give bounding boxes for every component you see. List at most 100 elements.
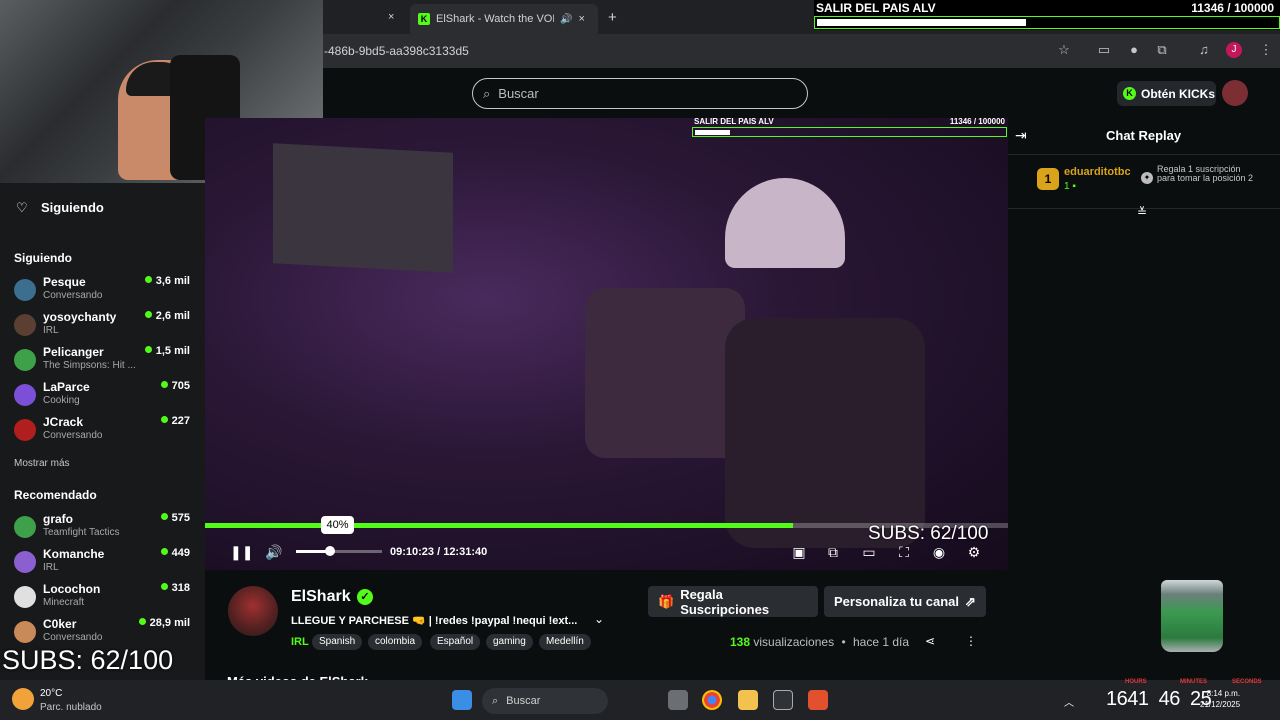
channel-avatar[interactable] [228, 586, 278, 636]
tab-active[interactable]: K ElShark - Watch the VOD on 🔊 × [410, 4, 598, 34]
puzzle-icon[interactable]: ⧉ [1154, 42, 1170, 58]
timer-label-hours: HOURS [1125, 679, 1147, 685]
extension-blue-icon[interactable]: ● [1126, 42, 1142, 58]
verified-icon: ✓ [357, 589, 373, 605]
tag-chip[interactable]: gaming [486, 634, 533, 650]
live-dot-icon [160, 416, 168, 423]
recommended-section-title: Recomendado [14, 488, 97, 502]
channel-category: Conversando [43, 430, 103, 441]
viewer-count: 1,5 mil [144, 345, 190, 357]
app-icon[interactable] [773, 690, 793, 710]
file-explorer-icon[interactable] [738, 690, 758, 710]
user-avatar[interactable] [1222, 80, 1248, 106]
kick-favicon-icon: K [418, 13, 430, 25]
media-icon[interactable]: ♫ [1196, 42, 1212, 58]
subs-overlay-bottom: SUBS: 62/100 [2, 645, 174, 675]
new-tab-button[interactable]: + [608, 6, 617, 28]
tag-chip[interactable]: Spanish [312, 634, 363, 650]
tab-close-icon[interactable]: × [388, 6, 394, 28]
channel-avatar [14, 314, 36, 336]
channel-name: Komanche [43, 547, 105, 561]
expand-chevron-icon[interactable]: ≚ [1137, 205, 1147, 219]
close-icon[interactable]: × [388, 11, 394, 23]
sidebar-channel[interactable]: Komanche IRL 449 [14, 547, 194, 579]
sidebar-channel[interactable]: yosoychanty IRL 2,6 mil [14, 310, 194, 342]
show-more-link[interactable]: Mostrar más [14, 458, 70, 469]
taskbar-search-label: Buscar [506, 695, 541, 707]
close-icon[interactable]: × [578, 13, 584, 25]
tag-chip[interactable]: Español [430, 634, 481, 650]
sidebar-channel[interactable]: Pesque Conversando 3,6 mil [14, 275, 194, 307]
tab-title: ElShark - Watch the VOD on [436, 13, 554, 25]
theater-icon[interactable]: ▭ [860, 543, 878, 561]
bookmark-star-icon[interactable]: ☆ [1056, 42, 1072, 58]
system-clock[interactable]: 8:14 p.m. 21/12/2025 [1200, 688, 1240, 710]
following-section-title: Siguiendo [14, 251, 72, 265]
chevron-up-icon[interactable]: ︿ [1064, 694, 1074, 709]
category-link[interactable]: IRL [291, 636, 309, 648]
following-header[interactable]: Siguiendo [41, 200, 104, 215]
brave-icon[interactable] [808, 690, 828, 710]
tag-chip[interactable]: colombia [368, 634, 423, 650]
channel-category: Cooking [43, 395, 80, 406]
volume-icon[interactable]: 🔊 [265, 543, 283, 561]
share-icon[interactable]: ⋖ [925, 634, 935, 648]
weather-desc[interactable]: Parc. nublado [40, 702, 102, 713]
windows-start-icon[interactable] [452, 690, 472, 710]
clock-date: 21/12/2025 [1200, 700, 1241, 709]
timer-label-minutes: MINUTES [1180, 679, 1207, 685]
live-dot-icon [160, 381, 168, 388]
get-kicks-button[interactable]: K Obtén KICKs [1117, 81, 1216, 106]
collapse-chat-icon[interactable]: ⇥ [1015, 127, 1027, 144]
settings-gear-icon[interactable]: ⚙ [965, 543, 983, 561]
chat-divider [1008, 154, 1280, 155]
weather-icon[interactable] [12, 688, 34, 710]
task-view-icon[interactable] [668, 690, 688, 710]
viewer-count: 28,9 mil [138, 617, 190, 629]
sidebar-channel[interactable]: LaParce Cooking 705 [14, 380, 194, 412]
channel-name: Pesque [43, 275, 86, 289]
channel-name[interactable]: ElShark [291, 588, 351, 606]
viewer-count: 227 [160, 415, 190, 427]
channel-avatar [14, 586, 36, 608]
playback-speed-icon[interactable]: ◉ [930, 543, 948, 561]
sidebar-channel[interactable]: Pelicanger The Simpsons: Hit ... 1,5 mil [14, 345, 194, 377]
video-goal-title: SALIR DEL PAIS ALV [694, 117, 774, 126]
plus-icon[interactable]: + [608, 9, 617, 26]
clip-icon[interactable]: ⧉ [824, 543, 842, 561]
tag-chip[interactable]: Medellín [539, 634, 591, 650]
live-dot-icon [160, 548, 168, 555]
profile-avatar[interactable]: J [1226, 42, 1242, 58]
volume-slider[interactable] [296, 550, 382, 553]
search-input[interactable]: ⌕ Buscar [472, 78, 808, 109]
kicks-label: Obtén KICKs [1141, 86, 1216, 101]
volume-tooltip: 40% [321, 516, 354, 534]
url-text[interactable]: -486b-9bd5-aa398c3133d5 [324, 44, 469, 58]
sidebar-channel[interactable]: grafo Teamfight Tactics 575 [14, 512, 194, 544]
weather-temp[interactable]: 20°C [40, 688, 62, 699]
sidebar-channel[interactable]: JCrack Conversando 227 [14, 415, 194, 447]
taskbar-search[interactable]: ⌕ Buscar [482, 688, 608, 714]
channel-avatar [14, 551, 36, 573]
channel-name: yosoychanty [43, 310, 117, 324]
gift-cta-text: Regala 1 suscripción para tomar la posic… [1157, 164, 1254, 183]
external-link-icon: ⇗ [965, 593, 976, 609]
reader-icon[interactable]: ▭ [1096, 42, 1112, 58]
viewer-value: 3,6 mil [155, 275, 190, 287]
menu-kebab-icon[interactable]: ⋮ [1258, 42, 1274, 58]
pause-icon[interactable]: ❚❚ [230, 543, 253, 561]
chrome-icon[interactable] [702, 690, 722, 710]
more-options-icon[interactable]: ⋮ [965, 634, 977, 648]
miniplayer-icon[interactable]: ▣ [790, 543, 808, 561]
channel-name: Pelicanger [43, 345, 104, 359]
gifter-name[interactable]: eduarditotbc [1064, 166, 1131, 178]
chevron-down-icon[interactable]: ⌄ [594, 612, 604, 626]
fullscreen-icon[interactable]: ⛶ [895, 543, 913, 561]
sidebar-channel[interactable]: Locochon Minecraft 318 [14, 582, 194, 614]
video-player[interactable] [205, 118, 1008, 570]
gift-subs-button[interactable]: 🎁 Regala Suscripciones [648, 586, 818, 617]
speaker-icon[interactable]: 🔊 [560, 14, 572, 25]
channel-name: grafo [43, 512, 73, 526]
customize-channel-button[interactable]: Personaliza tu canal ⇗ [824, 586, 986, 617]
search-icon: ⌕ [492, 694, 499, 707]
